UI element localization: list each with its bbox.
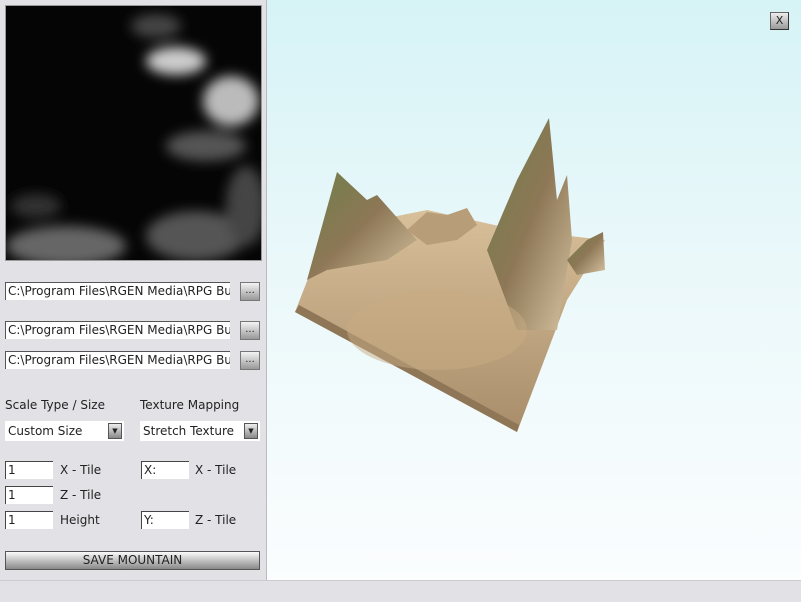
browse-heightmap-button[interactable]: ... [240, 282, 260, 301]
texture-x-input[interactable]: X: [141, 461, 189, 479]
texture-mapping-label: Texture Mapping [140, 398, 240, 412]
texture-path-input[interactable]: C:\Program Files\RGEN Media\RPG Bu [5, 321, 230, 339]
save-mountain-button[interactable]: SAVE MOUNTAIN [5, 551, 260, 570]
height-input[interactable]: 1 [5, 511, 53, 529]
status-bar [0, 580, 801, 602]
scale-type-value: Custom Size [8, 424, 83, 438]
heightmap-preview [5, 5, 262, 261]
browse-detail-button[interactable]: ... [240, 351, 260, 370]
x-tile-label: X - Tile [60, 463, 102, 477]
x-tile-input[interactable]: 1 [5, 461, 53, 479]
3d-viewport[interactable] [266, 0, 801, 580]
z-tile-input[interactable]: 1 [5, 486, 53, 504]
texture-mapping-select[interactable]: Stretch Texture ▼ [140, 421, 260, 441]
texture-y-input[interactable]: Y: [141, 511, 189, 529]
texture-mapping-value: Stretch Texture [143, 424, 235, 438]
terrain-render [295, 118, 605, 432]
height-label: Height [60, 513, 100, 527]
dropdown-arrow-icon[interactable]: ▼ [108, 423, 122, 439]
texture-x-label: X - Tile [195, 463, 237, 477]
browse-texture-button[interactable]: ... [240, 321, 260, 340]
dropdown-arrow-icon[interactable]: ▼ [244, 423, 258, 439]
close-button[interactable]: X [770, 12, 789, 30]
heightmap-path-input[interactable]: C:\Program Files\RGEN Media\RPG Bu [5, 282, 230, 300]
z-tile-label: Z - Tile [60, 488, 102, 502]
detail-path-input[interactable]: C:\Program Files\RGEN Media\RPG Bu [5, 351, 230, 369]
texture-y-label: Z - Tile [195, 513, 237, 527]
scale-type-label: Scale Type / Size [5, 398, 105, 412]
settings-panel: C:\Program Files\RGEN Media\RPG Bu ... C… [0, 0, 266, 580]
scale-type-select[interactable]: Custom Size ▼ [5, 421, 124, 441]
